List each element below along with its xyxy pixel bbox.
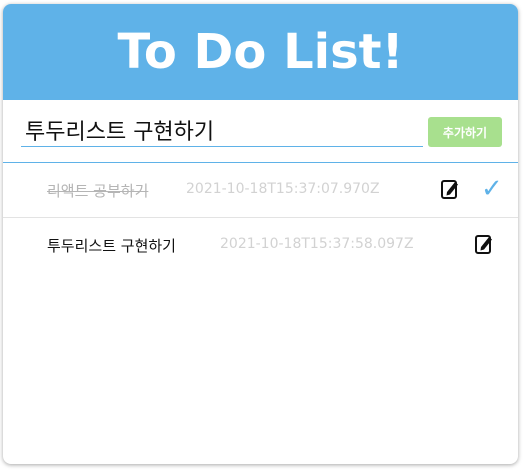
check-icon[interactable]: ✓ xyxy=(481,174,503,204)
todo-item-text: 리액트 공부하기 xyxy=(47,182,149,200)
todo-item-date: 2021-10-18T15:37:07.970Z xyxy=(186,181,380,197)
todo-form: 추가하기 xyxy=(3,100,518,163)
todo-list: 리액트 공부하기 2021-10-18T15:37:07.970Z ✓ 투두리스… xyxy=(3,163,518,272)
edit-icon[interactable] xyxy=(439,178,461,200)
todo-item[interactable]: 리액트 공부하기 2021-10-18T15:37:07.970Z ✓ xyxy=(3,163,518,218)
todo-item-text: 투두리스트 구현하기 xyxy=(47,237,176,255)
todo-input[interactable] xyxy=(21,114,423,147)
add-button[interactable]: 추가하기 xyxy=(428,117,502,147)
header: To Do List! xyxy=(3,4,518,100)
page-title: To Do List! xyxy=(117,24,404,80)
todo-card: To Do List! 추가하기 리액트 공부하기 2021-10-18T15:… xyxy=(3,4,518,464)
todo-item[interactable]: 투두리스트 구현하기 2021-10-18T15:37:58.097Z xyxy=(3,218,518,272)
edit-icon[interactable] xyxy=(473,233,495,255)
todo-item-date: 2021-10-18T15:37:58.097Z xyxy=(220,236,414,252)
